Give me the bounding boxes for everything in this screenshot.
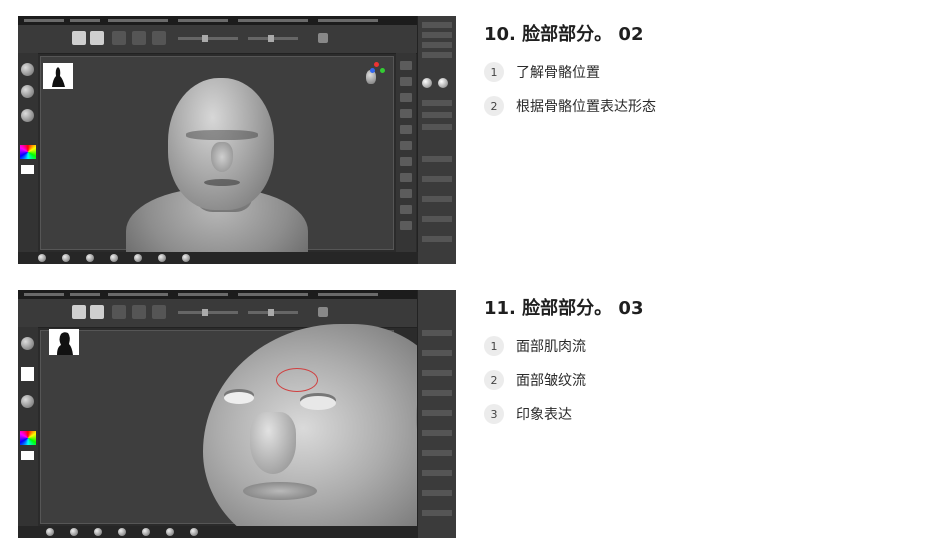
- sculpt-lips: [243, 482, 317, 500]
- list-item: 1 面部肌肉流: [484, 336, 586, 356]
- sculpt-mouth: [204, 179, 240, 186]
- sculpt-eye: [224, 392, 254, 404]
- list-item-text: 印象表达: [516, 407, 572, 423]
- lesson-title: 11. 脸部部分。 03: [484, 298, 644, 319]
- tool-panel: [417, 16, 456, 264]
- silhouette-icon: [49, 329, 79, 355]
- sculpt-nose: [211, 142, 233, 172]
- tool-panel: [417, 290, 456, 538]
- lesson-card: 10. 脸部部分。 02 1 了解骨骼位置 2 根据骨骼位置表达形态: [0, 12, 930, 264]
- app-menubar: [18, 16, 418, 25]
- number-badge: 1: [484, 62, 504, 82]
- list-item-text: 根据骨骼位置表达形态: [516, 99, 656, 115]
- app-menubar: [18, 290, 418, 299]
- list-item-text: 面部肌肉流: [516, 339, 586, 355]
- list-item: 2 面部皱纹流: [484, 370, 586, 390]
- number-badge: 2: [484, 96, 504, 116]
- lesson-thumbnail[interactable]: [18, 290, 456, 538]
- lesson-points: 1 面部肌肉流 2 面部皱纹流 3 印象表达: [484, 336, 586, 438]
- brush-shelf: [18, 526, 418, 538]
- brush-cursor-icon: [276, 368, 318, 392]
- tool-palette: [18, 327, 38, 526]
- view-controls: [396, 53, 416, 252]
- silhouette-icon: [43, 63, 73, 89]
- app-toolbar: [18, 25, 418, 54]
- number-badge: 1: [484, 336, 504, 356]
- lesson-points: 1 了解骨骼位置 2 根据骨骼位置表达形态: [484, 62, 656, 130]
- sculpt-nose: [250, 412, 296, 474]
- list-item: 3 印象表达: [484, 404, 586, 424]
- list-item-text: 面部皱纹流: [516, 373, 586, 389]
- list-item-text: 了解骨骼位置: [516, 65, 600, 81]
- tool-palette: [18, 53, 38, 252]
- sculpt-brow: [186, 130, 258, 140]
- list-item: 1 了解骨骼位置: [484, 62, 656, 82]
- number-badge: 3: [484, 404, 504, 424]
- lesson-card: 11. 脸部部分。 03 1 面部肌肉流 2 面部皱纹流 3 印象表达: [0, 286, 930, 538]
- sculpt-eye: [300, 396, 336, 410]
- list-item: 2 根据骨骼位置表达形态: [484, 96, 656, 116]
- lesson-title: 10. 脸部部分。 02: [484, 24, 644, 45]
- brush-shelf: [18, 252, 418, 264]
- lesson-thumbnail[interactable]: [18, 16, 456, 264]
- number-badge: 2: [484, 370, 504, 390]
